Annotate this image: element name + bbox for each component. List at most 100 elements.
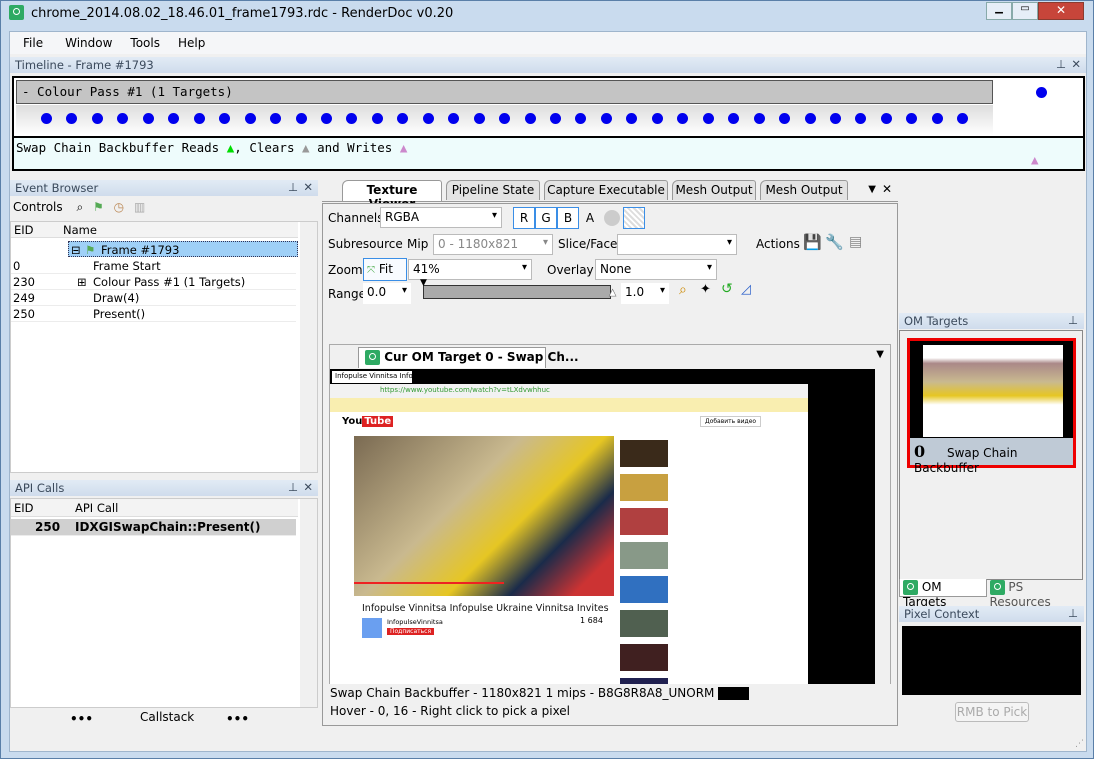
timeline-event-dot[interactable] <box>677 113 689 124</box>
close-icon[interactable]: ✕ <box>882 182 892 196</box>
checkerboard-toggle[interactable] <box>623 207 645 229</box>
channel-g-toggle[interactable]: G <box>535 207 557 229</box>
callstack-tab[interactable]: Callstack <box>140 710 194 724</box>
timeline-event-dot[interactable] <box>168 113 180 124</box>
timeline-event-dot[interactable] <box>66 113 78 124</box>
timeline-event-dot[interactable] <box>855 113 867 124</box>
timeline-event-dot[interactable] <box>779 113 791 124</box>
column-eid[interactable]: EID <box>14 223 34 237</box>
zoom-select[interactable]: 41% <box>408 259 532 280</box>
range-min-input[interactable]: 0.0 <box>363 283 411 304</box>
find-icon[interactable]: ⌕ <box>76 200 83 214</box>
pin-icon[interactable]: ⊥ <box>288 480 298 494</box>
timeline-event-dot[interactable] <box>219 113 231 124</box>
timeline[interactable]: - Colour Pass #1 (1 Targets) Swap Chain … <box>12 76 1085 171</box>
channel-b-toggle[interactable]: B <box>557 207 579 229</box>
tab-mesh-output-2[interactable]: Mesh Output <box>760 180 848 200</box>
timeline-event-dot[interactable] <box>91 113 103 124</box>
more-icon[interactable]: ••• <box>70 712 93 726</box>
timeline-event-dot[interactable] <box>193 113 205 124</box>
tab-dropdown-icon[interactable]: ▼ <box>868 184 876 195</box>
mip-select[interactable]: 0 - 1180x821 <box>433 234 553 255</box>
timeline-event-dot[interactable] <box>702 113 714 124</box>
save-icon[interactable]: 💾 <box>803 233 822 251</box>
timeline-event-dot[interactable] <box>957 113 969 124</box>
timeline-event-dot[interactable] <box>753 113 765 124</box>
menu-help[interactable]: Help <box>169 32 214 54</box>
maximize-button[interactable]: ▭ <box>1012 2 1038 20</box>
tree-row[interactable]: 249 Draw(4) <box>11 290 296 306</box>
close-icon[interactable]: ✕ <box>1071 57 1081 71</box>
range-max-handle[interactable]: ▲ <box>609 288 616 299</box>
pin-icon[interactable]: ⊥ <box>288 180 298 194</box>
wrench-icon[interactable]: 🔧 <box>825 233 844 251</box>
column-name[interactable]: Name <box>63 223 97 237</box>
resize-grip-icon[interactable]: ⋰ <box>1075 739 1084 749</box>
timeline-event-dot[interactable] <box>473 113 485 124</box>
timeline-event-dot[interactable] <box>41 113 52 124</box>
api-call-row[interactable]: 250 IDXGISwapChain::Present() <box>11 519 296 536</box>
reset-range-icon[interactable]: ↺ <box>721 281 733 297</box>
vertical-scrollbar[interactable] <box>875 369 890 702</box>
auto-fit-wand-icon[interactable]: ✦ <box>700 282 711 297</box>
columns-icon[interactable]: ▥ <box>134 200 145 214</box>
texture-image[interactable]: Infopulse Vinnitsa Info https://www.yout… <box>330 369 875 705</box>
timeline-event-dot[interactable] <box>728 113 740 124</box>
open-texture-icon[interactable]: ▤ <box>849 234 862 250</box>
menu-tools[interactable]: Tools <box>121 32 169 54</box>
pin-icon[interactable]: ⊥ <box>1068 313 1078 327</box>
zoom-range-icon[interactable]: ⌕ <box>679 282 687 298</box>
timeline-event-dot[interactable] <box>499 113 511 124</box>
tab-texture-viewer[interactable]: Texture Viewer <box>342 180 442 211</box>
vertical-scrollbar[interactable] <box>300 499 317 707</box>
timeline-event-dot[interactable] <box>880 113 892 124</box>
timeline-event-dot[interactable] <box>804 113 816 124</box>
bookmark-flag-icon[interactable]: ⚑ <box>93 200 104 214</box>
timeline-event-dot[interactable] <box>931 113 943 124</box>
close-icon[interactable]: ✕ <box>303 480 313 494</box>
histogram-icon[interactable]: ◿ <box>741 282 751 297</box>
channel-a-toggle[interactable]: A <box>579 207 601 229</box>
tab-om-targets[interactable]: OM Targets <box>899 579 987 609</box>
timeline-event-dot[interactable] <box>651 113 663 124</box>
timeline-event-dot[interactable] <box>270 113 282 124</box>
timeline-event-dot[interactable] <box>142 113 154 124</box>
pin-icon[interactable]: ⊥ <box>1068 606 1078 620</box>
timeline-event-dot[interactable] <box>448 113 460 124</box>
timeline-event-dot[interactable] <box>371 113 383 124</box>
timeline-event-dot[interactable] <box>346 113 358 124</box>
timeline-event-dot[interactable] <box>244 113 256 124</box>
range-min-handle[interactable]: ▼ <box>420 278 427 288</box>
close-button[interactable]: ✕ <box>1038 2 1084 20</box>
texture-tab[interactable]: Cur OM Target 0 - Swap Ch... <box>358 347 579 368</box>
menu-window[interactable]: Window <box>56 32 121 54</box>
tree-row[interactable]: 0 Frame Start <box>11 258 296 274</box>
timer-icon[interactable]: ◷ <box>114 200 124 214</box>
tree-row-frame[interactable]: ⊟ ⚑ Frame #1793 <box>68 241 298 257</box>
timeline-event-dot[interactable] <box>117 113 129 124</box>
color-picker-icon[interactable] <box>604 210 620 226</box>
timeline-event-dot[interactable] <box>1036 87 1047 98</box>
timeline-event-dot[interactable] <box>550 113 561 124</box>
timeline-event-dot[interactable] <box>295 113 307 124</box>
tab-ps-resources[interactable]: PS Resources <box>987 579 1085 609</box>
menu-file[interactable]: File <box>10 32 56 54</box>
timeline-event-dot[interactable] <box>600 113 612 124</box>
timeline-event-dot[interactable] <box>320 113 332 124</box>
column-eid[interactable]: EID <box>14 501 34 515</box>
tab-capture-executable[interactable]: Capture Executable <box>544 180 668 200</box>
tree-row[interactable]: 250 Present() <box>11 306 296 322</box>
tab-mesh-output[interactable]: Mesh Output <box>672 180 756 200</box>
channels-select[interactable]: RGBA <box>380 207 502 228</box>
minimize-button[interactable]: ▁ <box>986 2 1012 20</box>
rmb-to-pick-button[interactable]: RMB to Pick <box>955 702 1029 722</box>
vertical-scrollbar[interactable] <box>300 222 317 472</box>
tree-row[interactable]: 230 ⊞ Colour Pass #1 (1 Targets) <box>11 274 296 290</box>
column-api-call[interactable]: API Call <box>75 501 118 515</box>
om-target-thumbnail[interactable]: 0 Swap Chain Backbuffer <box>907 338 1076 475</box>
timeline-event-dot[interactable] <box>575 113 587 124</box>
fit-button[interactable]: ⤧ Fit <box>363 258 407 281</box>
range-max-input[interactable]: 1.0 <box>621 283 669 304</box>
range-slider[interactable]: ▼ ▲ <box>420 278 616 299</box>
timeline-pass[interactable]: - Colour Pass #1 (1 Targets) <box>16 80 993 104</box>
